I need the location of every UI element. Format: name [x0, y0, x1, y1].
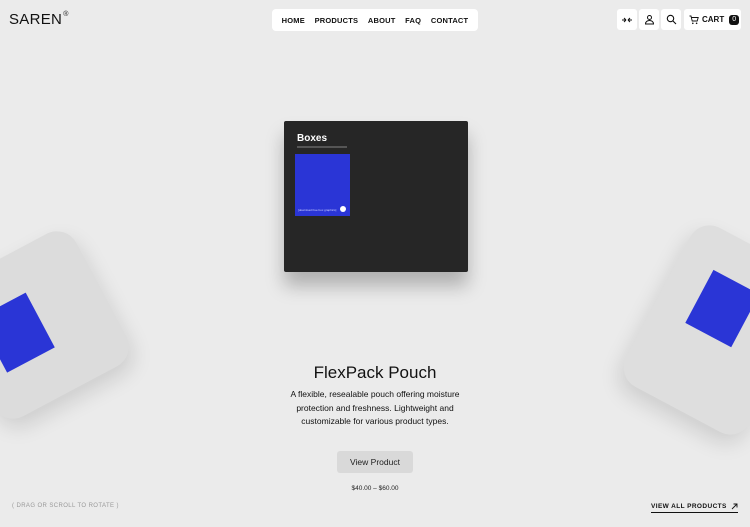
registered-mark: ® [63, 11, 69, 18]
product-name: FlexPack Pouch [313, 363, 437, 382]
box-card-badge [340, 206, 346, 212]
rotate-hint: ( DRAG OR SCROLL TO ROTATE ) [12, 503, 119, 509]
price-range: $40.00 – $60.00 [351, 485, 399, 492]
box-title: Boxes [297, 133, 328, 144]
nav-faq[interactable]: FAQ [405, 16, 421, 25]
collapse-arrows-icon [622, 17, 632, 22]
box-label-graphic: [download free box graphics] [295, 154, 350, 216]
nav-contact[interactable]: CONTACT [431, 16, 469, 25]
collapse-button[interactable] [617, 9, 637, 30]
pouch-image-left[interactable] [0, 223, 137, 427]
brand-logo[interactable]: SAREN® [9, 11, 69, 28]
pouch-image-right[interactable] [615, 217, 750, 443]
main-nav: HOME PRODUCTS ABOUT FAQ CONTACT [272, 9, 478, 31]
view-product-button[interactable]: View Product [337, 451, 413, 473]
view-all-label: VIEW ALL PRODUCTS [651, 503, 727, 510]
pouch-label-graphic [0, 292, 55, 373]
user-icon [644, 15, 654, 25]
box-card-text: [download free box graphics] [298, 207, 337, 212]
nav-home[interactable]: HOME [282, 16, 305, 25]
search-button[interactable] [661, 9, 681, 30]
logo-text: SAREN [9, 11, 63, 28]
account-button[interactable] [639, 9, 659, 30]
search-icon [666, 14, 676, 25]
product-description: A flexible, resealable pouch offering mo… [290, 389, 460, 426]
cart-icon [689, 15, 699, 24]
cart-button[interactable]: CART 0 [684, 9, 741, 30]
nav-about[interactable]: ABOUT [368, 16, 396, 25]
cart-label: CART [702, 15, 725, 24]
view-all-products-link[interactable]: VIEW ALL PRODUCTS [651, 503, 738, 513]
product-box-image[interactable]: Boxes [download free box graphics] [284, 121, 468, 272]
pouch-label-graphic [685, 269, 750, 348]
box-subtitle-line [297, 146, 347, 148]
arrow-up-right-icon [731, 503, 738, 510]
nav-products[interactable]: PRODUCTS [315, 16, 359, 25]
cart-count-badge: 0 [729, 14, 740, 25]
